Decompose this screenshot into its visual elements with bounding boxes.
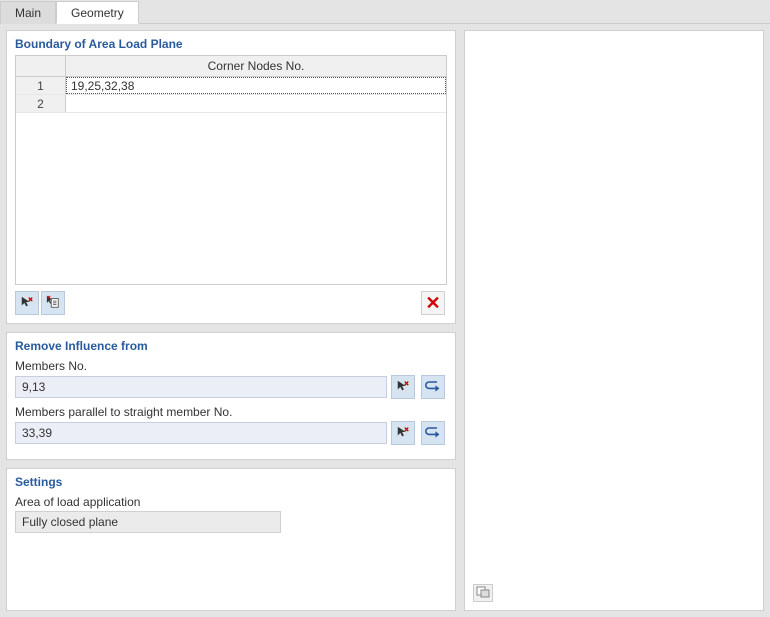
reverse-parallel-members-button[interactable] (421, 421, 445, 445)
preview-pane (464, 30, 764, 611)
tab-main[interactable]: Main (0, 1, 56, 24)
pick-nodes-button[interactable] (15, 291, 39, 315)
corner-nodes-cell[interactable]: 19,25,32,38 (66, 77, 446, 94)
row-number: 2 (16, 95, 66, 112)
parallel-members-label: Members parallel to straight member No. (15, 405, 447, 419)
reverse-arrow-icon (425, 379, 441, 396)
parallel-members-input[interactable]: 33,39 (15, 422, 387, 444)
pick-members-button[interactable] (391, 375, 415, 399)
delete-icon: ✕ (425, 294, 440, 312)
column-header-corner-nodes: Corner Nodes No. (66, 56, 446, 76)
preview-options-button[interactable] (473, 584, 493, 602)
workspace: Boundary of Area Load Plane Corner Nodes… (0, 24, 770, 617)
boundary-panel: Boundary of Area Load Plane Corner Nodes… (6, 30, 456, 324)
reverse-arrow-icon (425, 425, 441, 442)
row-number-header (16, 56, 66, 76)
remove-influence-title: Remove Influence from (15, 339, 447, 353)
tab-bar: Main Geometry (0, 0, 770, 24)
reverse-members-button[interactable] (421, 375, 445, 399)
settings-title: Settings (15, 475, 447, 489)
cursor-list-icon (46, 295, 60, 312)
members-input[interactable]: 9,13 (15, 376, 387, 398)
cursor-pick-icon (396, 379, 410, 396)
cursor-pick-icon (20, 295, 34, 312)
pick-parallel-members-button[interactable] (391, 421, 415, 445)
boundary-toolbar: ✕ (15, 291, 447, 315)
table-row[interactable]: 1 19,25,32,38 (16, 77, 446, 95)
table-row[interactable]: 2 (16, 95, 446, 113)
area-of-load-label: Area of load application (15, 495, 447, 509)
preview-options-icon (476, 586, 490, 601)
row-number: 1 (16, 77, 66, 94)
boundary-title: Boundary of Area Load Plane (15, 37, 447, 51)
left-column: Boundary of Area Load Plane Corner Nodes… (6, 30, 456, 611)
tab-geometry[interactable]: Geometry (56, 1, 139, 24)
cursor-pick-icon (396, 425, 410, 442)
corner-nodes-table[interactable]: Corner Nodes No. 1 19,25,32,38 2 (15, 55, 447, 285)
delete-row-button[interactable]: ✕ (421, 291, 445, 315)
table-header-row: Corner Nodes No. (16, 56, 446, 77)
members-label: Members No. (15, 359, 447, 373)
area-of-load-dropdown[interactable]: Fully closed plane (15, 511, 281, 533)
pick-nodes-list-button[interactable] (41, 291, 65, 315)
corner-nodes-cell[interactable] (66, 95, 446, 112)
remove-influence-panel: Remove Influence from Members No. 9,13 M… (6, 332, 456, 460)
settings-panel: Settings Area of load application Fully … (6, 468, 456, 611)
